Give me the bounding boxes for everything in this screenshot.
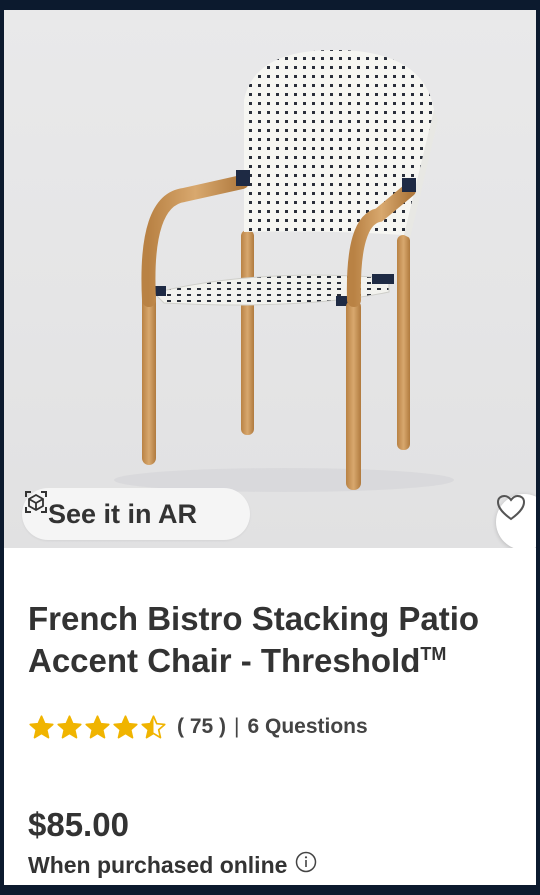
star-icon <box>29 714 54 738</box>
rating-row[interactable]: ( 75 ) | 6 Questions <box>28 712 368 742</box>
see-in-ar-button[interactable]: See it in AR <box>22 488 250 540</box>
product-price: $85.00 <box>28 806 129 843</box>
product-image[interactable]: See it in AR <box>4 10 536 548</box>
product-page: See it in AR French Bistro Stacking Pati… <box>4 10 536 885</box>
trademark-mark: TM <box>420 644 447 664</box>
star-icon <box>141 714 166 738</box>
favorite-button[interactable] <box>496 494 536 548</box>
product-title-line-2: Accent Chair - Threshold <box>28 642 421 679</box>
price-note: When purchased online <box>28 851 317 879</box>
rating-separator: | <box>234 715 240 738</box>
questions-link[interactable]: 6 Questions <box>247 715 367 739</box>
chair-illustration <box>114 50 454 492</box>
star-icon <box>57 714 82 738</box>
star-icon <box>85 714 110 738</box>
star-rating[interactable] <box>28 714 167 741</box>
star-icon <box>113 714 138 738</box>
info-icon[interactable] <box>295 851 317 879</box>
price-note-text: When purchased online <box>28 851 288 878</box>
review-count[interactable]: ( 75 ) <box>177 715 226 739</box>
product-title-line-1: French Bistro Stacking Patio <box>28 600 480 637</box>
product-title: French Bistro Stacking Patio Accent Chai… <box>28 598 536 682</box>
ar-label: See it in AR <box>48 498 198 529</box>
